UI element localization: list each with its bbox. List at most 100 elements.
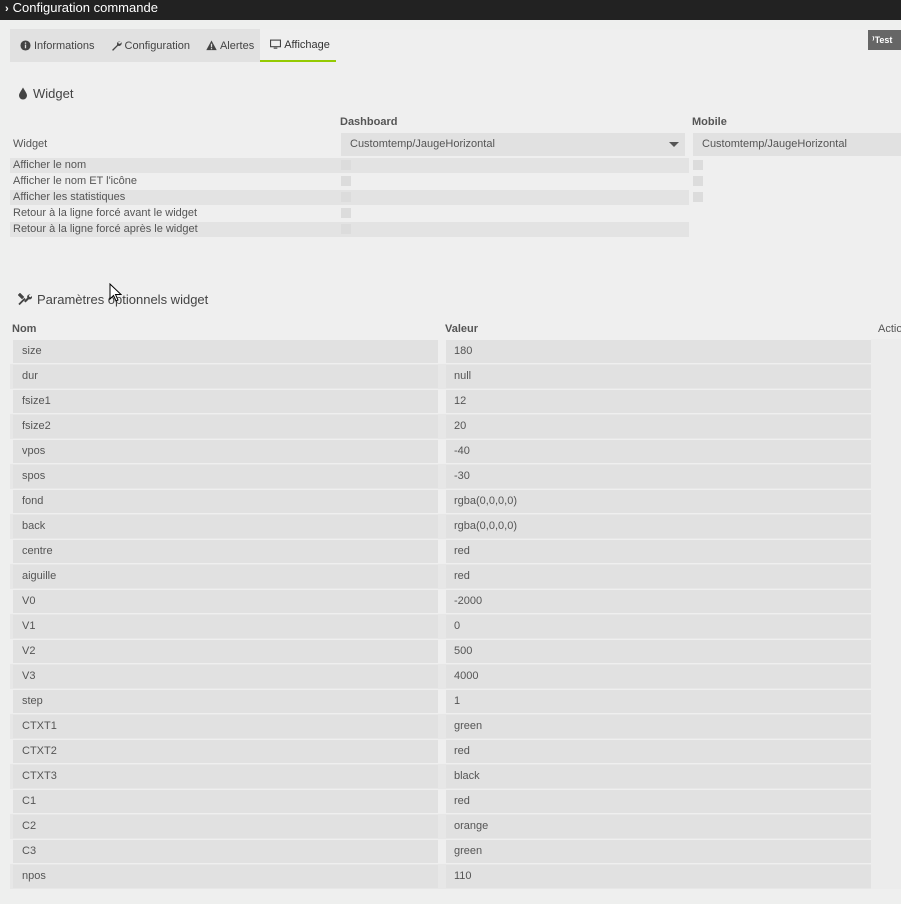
checkbox-dashboard-break-after[interactable] (341, 224, 351, 234)
param-name-input[interactable]: npos (13, 865, 438, 888)
param-name-input[interactable]: CTXT2 (13, 740, 438, 763)
tab-configuration[interactable]: Configuration (100, 29, 196, 62)
info-circle-icon (20, 40, 31, 51)
monitor-icon (270, 39, 282, 49)
param-value-input[interactable]: 500 (446, 640, 871, 663)
param-value-input[interactable]: orange (446, 815, 871, 838)
param-action-cell[interactable] (871, 714, 901, 739)
checkbox-mobile-show-name-icon[interactable] (693, 176, 703, 186)
param-action-cell[interactable] (871, 439, 901, 464)
param-value-input[interactable]: null (446, 365, 871, 388)
checkbox-mobile-show-name[interactable] (693, 160, 703, 170)
checkbox-dashboard-show-stats[interactable] (341, 192, 351, 202)
param-name-input[interactable]: spos (13, 465, 438, 488)
checkbox-dashboard-show-name[interactable] (341, 160, 351, 170)
param-value-input[interactable]: 4000 (446, 665, 871, 688)
param-action-cell[interactable] (871, 689, 901, 714)
param-name-input[interactable]: back (13, 515, 438, 538)
test-button[interactable]: ⁾Test (868, 30, 901, 50)
param-name-input[interactable]: vpos (13, 440, 438, 463)
param-row: back rgba(0,0,0,0) (10, 514, 901, 539)
param-row: V0 -2000 (10, 589, 901, 614)
param-action-cell[interactable] (871, 514, 901, 539)
param-row: centre red (10, 539, 901, 564)
param-value-input[interactable]: 180 (446, 340, 871, 363)
param-action-cell[interactable] (871, 339, 901, 364)
param-value-input[interactable]: green (446, 840, 871, 863)
param-row: C1 red (10, 789, 901, 814)
tab-informations[interactable]: Informations (10, 29, 101, 62)
param-action-cell[interactable] (871, 414, 901, 439)
param-value-input[interactable]: -40 (446, 440, 871, 463)
param-name-input[interactable]: V1 (13, 615, 438, 638)
param-name-input[interactable]: CTXT1 (13, 715, 438, 738)
checkbox-mobile-show-stats[interactable] (693, 192, 703, 202)
param-action-cell[interactable] (871, 664, 901, 689)
param-action-cell[interactable] (871, 389, 901, 414)
param-action-cell[interactable] (871, 864, 901, 889)
param-row: dur null (10, 364, 901, 389)
param-row: C3 green (10, 839, 901, 864)
param-name-input[interactable]: C1 (13, 790, 438, 813)
param-name-input[interactable]: C3 (13, 840, 438, 863)
droplet-icon (19, 87, 27, 100)
param-name-input[interactable]: size (13, 340, 438, 363)
param-name-input[interactable]: CTXT3 (13, 765, 438, 788)
tab-alertes[interactable]: Alertes (195, 29, 261, 62)
param-row: V1 0 (10, 614, 901, 639)
param-action-cell[interactable] (871, 789, 901, 814)
param-value-input[interactable]: green (446, 715, 871, 738)
param-action-cell[interactable] (871, 639, 901, 664)
dashboard-widget-select[interactable]: Customtemp/JaugeHorizontal (341, 133, 685, 156)
param-row: CTXT1 green (10, 714, 901, 739)
param-name-input[interactable]: step (13, 690, 438, 713)
param-value-input[interactable]: rgba(0,0,0,0) (446, 515, 871, 538)
tab-label: Affichage (284, 38, 330, 51)
chevron-right-icon[interactable]: › (5, 3, 9, 15)
param-action-cell[interactable] (871, 539, 901, 564)
param-value-input[interactable]: 20 (446, 415, 871, 438)
mobile-widget-select[interactable]: Customtemp/JaugeHorizontal (693, 133, 901, 156)
param-name-input[interactable]: V3 (13, 665, 438, 688)
tab-affichage[interactable]: Affichage (260, 29, 336, 62)
checkbox-dashboard-show-name-icon[interactable] (341, 176, 351, 186)
param-name-input[interactable]: fsize1 (13, 390, 438, 413)
param-name-input[interactable]: fsize2 (13, 415, 438, 438)
param-action-cell[interactable] (871, 489, 901, 514)
param-name-input[interactable]: aiguille (13, 565, 438, 588)
param-value-input[interactable]: 0 (446, 615, 871, 638)
param-name-input[interactable]: centre (13, 540, 438, 563)
param-value-input[interactable]: 1 (446, 690, 871, 713)
param-value-input[interactable]: red (446, 540, 871, 563)
param-action-cell[interactable] (871, 564, 901, 589)
tab-bar: Informations Configuration Alertes Affic… (10, 29, 336, 62)
param-value-input[interactable]: red (446, 740, 871, 763)
param-value-input[interactable]: -2000 (446, 590, 871, 613)
param-action-cell[interactable] (871, 589, 901, 614)
param-value-input[interactable]: red (446, 790, 871, 813)
param-value-input[interactable]: 110 (446, 865, 871, 888)
param-value-input[interactable]: -30 (446, 465, 871, 488)
param-value-input[interactable]: 12 (446, 390, 871, 413)
param-action-cell[interactable] (871, 739, 901, 764)
param-action-cell[interactable] (871, 814, 901, 839)
param-name-input[interactable]: V2 (13, 640, 438, 663)
widget-section-title: Widget (18, 86, 73, 101)
param-action-cell[interactable] (871, 839, 901, 864)
param-action-cell[interactable] (871, 764, 901, 789)
col-mobile-header: Mobile (692, 116, 727, 128)
param-name-input[interactable]: fond (13, 490, 438, 513)
param-value-input[interactable]: rgba(0,0,0,0) (446, 490, 871, 513)
warning-triangle-icon (206, 40, 217, 51)
param-action-cell[interactable] (871, 364, 901, 389)
param-name-input[interactable]: dur (13, 365, 438, 388)
param-name-input[interactable]: V0 (13, 590, 438, 613)
param-row: C2 orange (10, 814, 901, 839)
param-value-input[interactable]: black (446, 765, 871, 788)
param-value-input[interactable]: red (446, 565, 871, 588)
param-action-cell[interactable] (871, 464, 901, 489)
checkbox-dashboard-break-before[interactable] (341, 208, 351, 218)
param-name-input[interactable]: C2 (13, 815, 438, 838)
param-action-cell[interactable] (871, 614, 901, 639)
col-nom-header: Nom (12, 323, 37, 335)
